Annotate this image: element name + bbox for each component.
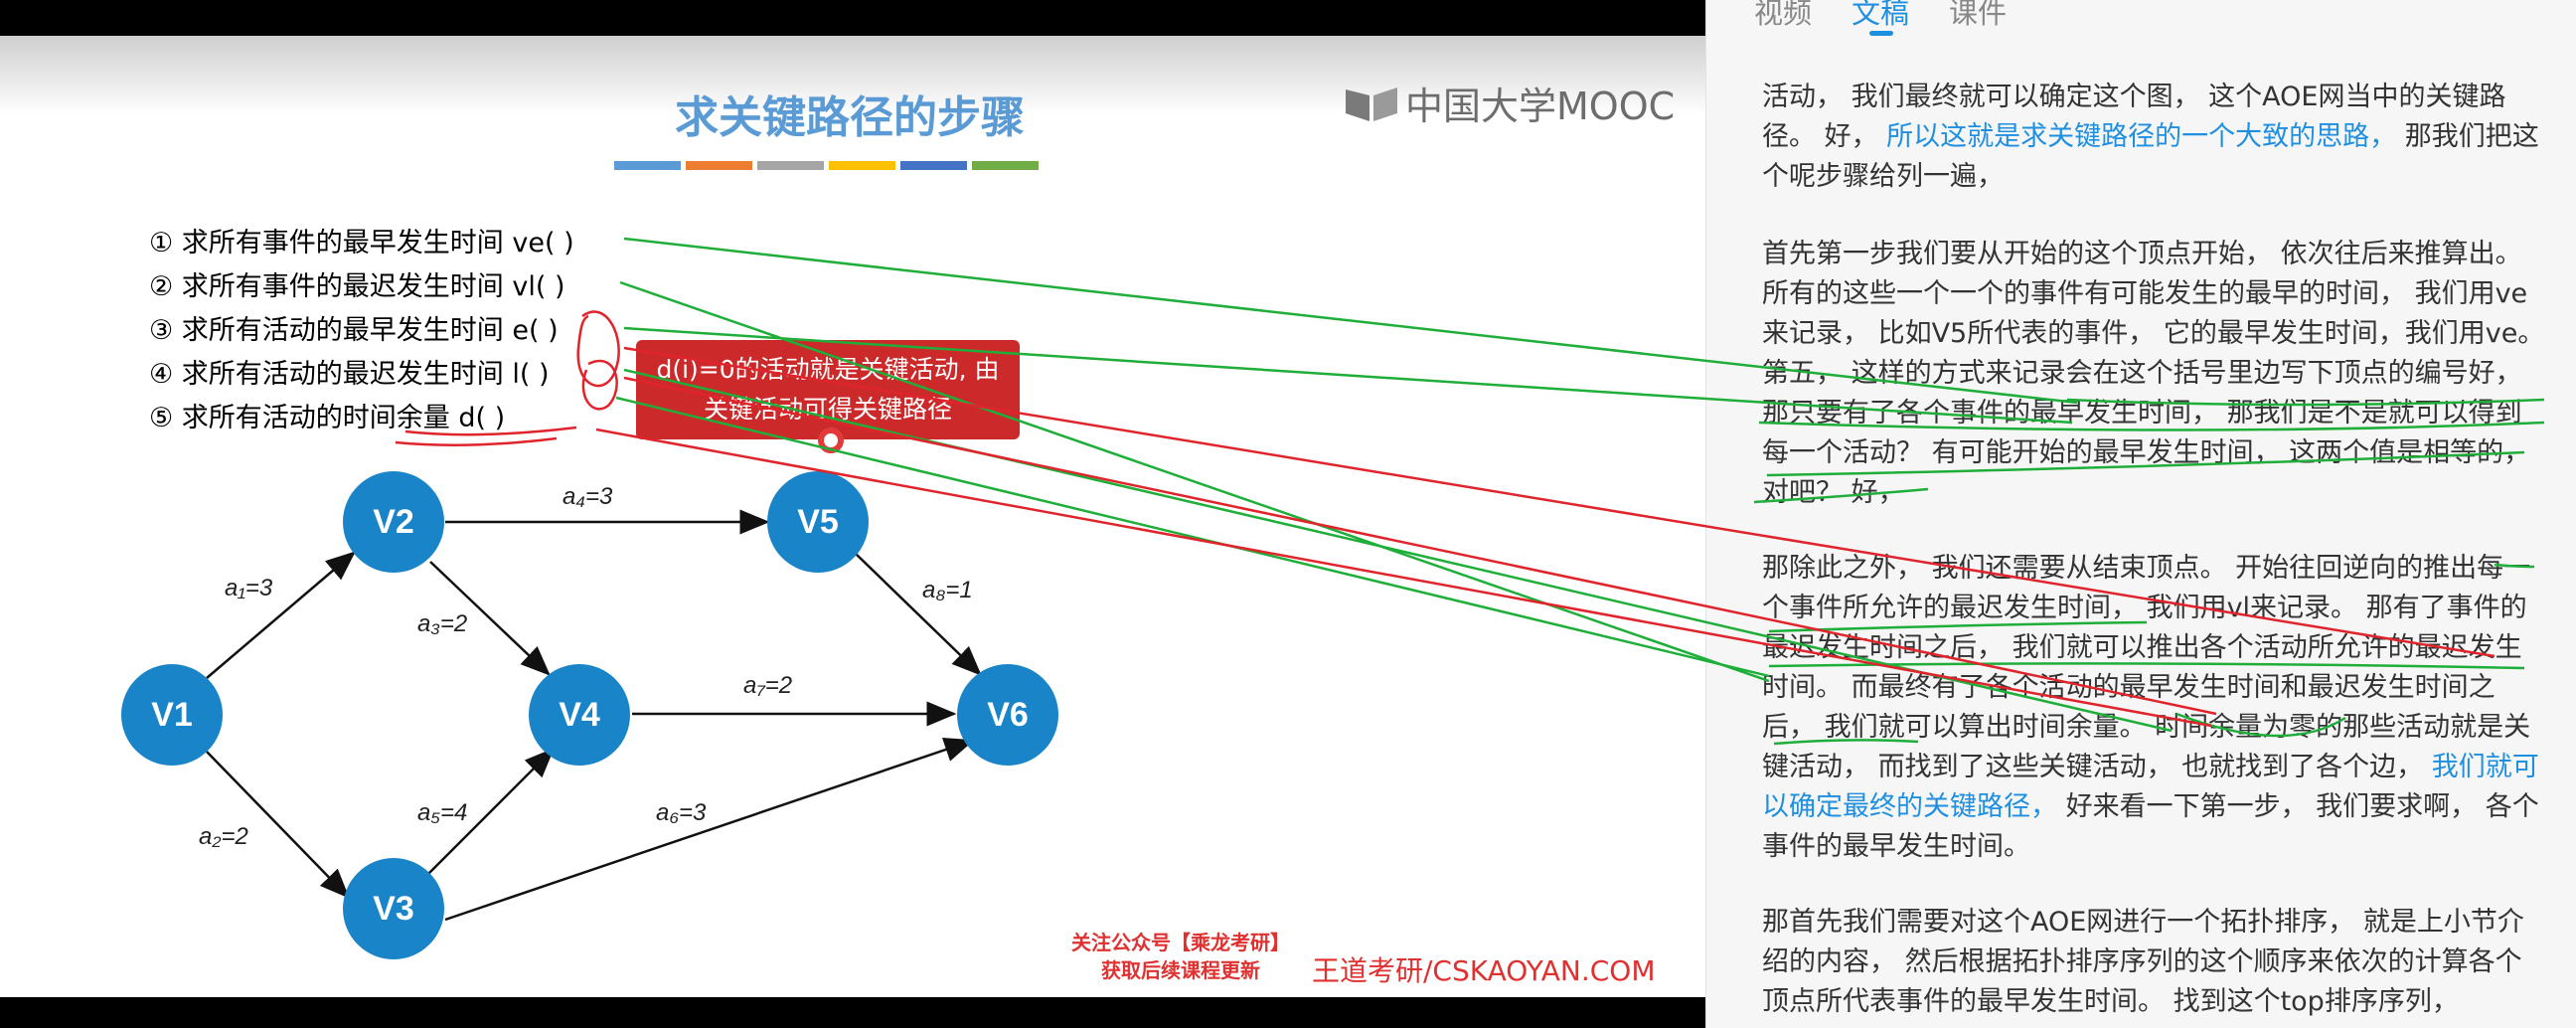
edge-a6 xyxy=(444,738,975,922)
laser-pointer-dot xyxy=(818,428,844,453)
edge-label-a4: a₄=3 xyxy=(563,483,613,510)
transcript-highlight[interactable]: 所以这就是求关键路径的一个大致的思路， xyxy=(1886,121,2396,152)
slide-watermark: 王道考研/CSKAOYAN.COM xyxy=(1312,954,1656,987)
promo-line-1: 关注公众号【乘龙考研】 xyxy=(1071,931,1290,954)
edge-label-a2: a₂=2 xyxy=(199,823,248,850)
transcript-paragraph-4: 那首先我们需要对这个AOE网进行一个拓扑排序， 就是上小节介绍的内容， 然后根据… xyxy=(1762,903,2547,1022)
callout-line-2: 关键活动可得关键路径 xyxy=(703,395,952,424)
video-player[interactable]: 求关键路径的步骤 中国大学MOOC ① 求所有事件的最早发生时间 ve( ) ②… xyxy=(0,0,1705,1028)
transcript-panel[interactable]: 视频 文稿 课件 活动， 我们最终就可以确定这个图， 这个AOE网当中的关键路径… xyxy=(1705,0,2576,1028)
edge-label-a6: a₆=3 xyxy=(656,799,707,826)
transcript-paragraph-1: 活动， 我们最终就可以确定这个图， 这个AOE网当中的关键路径。 好， 所以这就… xyxy=(1762,78,2547,197)
panel-tabs: 视频 文稿 课件 xyxy=(1754,0,2007,36)
promo-text: 关注公众号【乘龙考研】 获取后续课程更新 xyxy=(1061,929,1300,984)
edge-label-a7: a₇=2 xyxy=(743,672,793,699)
edge-label-a5: a₅=4 xyxy=(417,799,468,826)
edge-label-a1: a₁=3 xyxy=(225,575,273,601)
graph-node-v3: V3 xyxy=(343,858,444,959)
transcript-paragraph-3: 那除此之外， 我们还需要从结束顶点。 开始往回逆向的推出每一个事件所允许的最迟发… xyxy=(1762,549,2547,867)
tab-courseware[interactable]: 课件 xyxy=(1949,0,2007,30)
transcript-text: 那首先我们需要对这个AOE网进行一个拓扑排序， 就是上小节介绍的内容， 然后根据… xyxy=(1762,907,2524,1017)
edge-a8 xyxy=(854,552,982,676)
edge-a1 xyxy=(206,551,356,679)
graph-node-v5: V5 xyxy=(767,471,869,573)
graph-node-v6: V6 xyxy=(957,664,1058,766)
video-bottom-letterbox xyxy=(0,997,1705,1028)
transcript-text: 那除此之外， 我们还需要从结束顶点。 开始往回逆向的推出每一个事件所允许的最迟发… xyxy=(1762,553,2531,782)
graph-node-v2: V2 xyxy=(343,471,444,573)
promo-line-2: 获取后续课程更新 xyxy=(1101,958,1260,982)
key-activity-callout: d(i)=0的活动就是关键活动, 由 关键活动可得关键路径 xyxy=(636,340,1020,439)
graph-node-v1: V1 xyxy=(121,664,223,766)
graph-node-v4: V4 xyxy=(529,664,630,766)
tab-video[interactable]: 视频 xyxy=(1754,0,1812,30)
callout-line-1: d(i)=0的活动就是关键活动, 由 xyxy=(656,355,1000,384)
transcript-paragraph-2: 首先第一步我们要从开始的这个顶点开始， 依次往后来推算出。 所有的这些一个一个的… xyxy=(1762,235,2547,513)
edge-label-a3: a₃=2 xyxy=(417,610,468,637)
tab-transcript[interactable]: 文稿 xyxy=(1852,0,1909,36)
edge-label-a8: a₈=1 xyxy=(922,577,973,603)
transcript-text: 首先第一步我们要从开始的这个顶点开始， 依次往后来推算出。 所有的这些一个一个的… xyxy=(1762,239,2545,508)
